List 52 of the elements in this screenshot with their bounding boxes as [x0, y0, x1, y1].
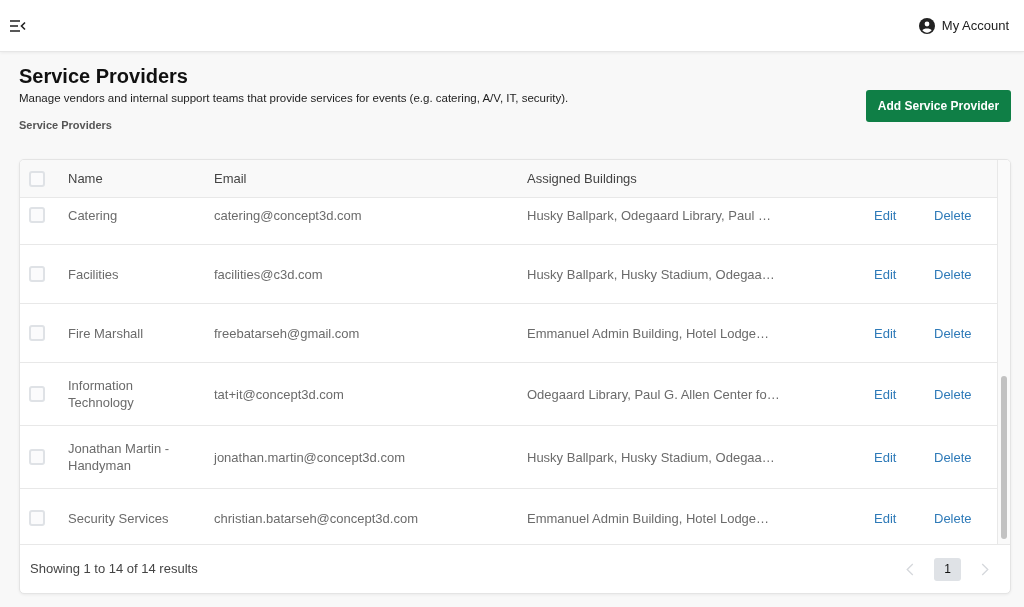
results-summary: Showing 1 to 14 of 14 results	[30, 560, 198, 579]
name-cell: Security Services	[68, 509, 169, 527]
scrollbar[interactable]	[997, 160, 1010, 544]
delete-link[interactable]: Delete	[934, 509, 972, 527]
buildings-cell: Emmanuel Admin Building, Hotel Lodge…	[527, 509, 770, 527]
column-header: Name	[68, 169, 103, 188]
column-header: Assigned Buildings	[527, 169, 637, 188]
checkbox[interactable]	[29, 207, 45, 223]
delete-link[interactable]: Delete	[934, 448, 972, 466]
name-cell-text: Information Technology	[68, 377, 135, 411]
edit-link[interactable]: Edit	[874, 324, 897, 342]
email-cell: jonathan.martin@concept3d.com	[214, 448, 405, 466]
edit-link[interactable]: Edit	[874, 385, 897, 403]
name-cell: Facilities	[68, 265, 119, 283]
delete-link[interactable]: Delete	[934, 206, 972, 224]
buildings-cell: Odegaard Library, Paul G. Allen Center fo…	[527, 385, 780, 403]
add-service-provider-button[interactable]: Add Service Provider	[866, 90, 1011, 122]
page-number[interactable]: 1	[934, 557, 961, 581]
checkbox[interactable]	[29, 325, 45, 341]
account-button[interactable]: My Account	[918, 15, 1009, 36]
buildings-cell: Husky Ballpark, Odegaard Library, Paul …	[527, 206, 771, 224]
email-cell: facilities@c3d.com	[214, 265, 323, 283]
page-title: Service Providers	[19, 64, 189, 88]
email-cell: catering@concept3d.com	[214, 206, 362, 224]
checkbox[interactable]	[29, 266, 45, 282]
buildings-cell: Husky Ballpark, Husky Stadium, Odegaa…	[527, 265, 775, 283]
checkbox[interactable]	[29, 449, 45, 465]
column-header: Email	[214, 169, 247, 188]
name-cell: Catering	[68, 206, 118, 224]
email-cell: christian.batarseh@concept3d.com	[214, 509, 418, 527]
name-cell: Fire Marshall	[68, 324, 144, 342]
page-description: Manage vendors and internal support teams that provide services for events (e.g. catering, A/V, IT, security).	[19, 91, 569, 106]
email-cell: tat+it@concept3d.com	[214, 385, 344, 403]
delete-link[interactable]: Delete	[934, 324, 972, 342]
name-cell-text: Jonathan Martin - Handyman	[68, 440, 171, 474]
chevron-left-icon	[906, 562, 914, 576]
checkbox[interactable]	[29, 510, 45, 526]
edit-link[interactable]: Edit	[874, 265, 897, 283]
edit-link[interactable]: Edit	[874, 448, 897, 466]
section-label: Service Providers	[19, 118, 113, 133]
email-cell: freebatarseh@gmail.com	[214, 324, 360, 342]
checkbox[interactable]	[29, 170, 45, 187]
buildings-cell: Emmanuel Admin Building, Hotel Lodge…	[527, 324, 770, 342]
delete-link[interactable]: Delete	[934, 385, 972, 403]
buildings-cell: Husky Ballpark, Husky Stadium, Odegaa…	[527, 448, 775, 466]
checkbox[interactable]	[29, 386, 45, 402]
menu-fold-icon[interactable]	[10, 19, 26, 32]
edit-link[interactable]: Edit	[874, 509, 897, 527]
delete-link[interactable]: Delete	[934, 265, 972, 283]
edit-link[interactable]: Edit	[874, 206, 897, 224]
chevron-right-icon	[981, 562, 989, 576]
account-circle-icon	[918, 17, 935, 34]
